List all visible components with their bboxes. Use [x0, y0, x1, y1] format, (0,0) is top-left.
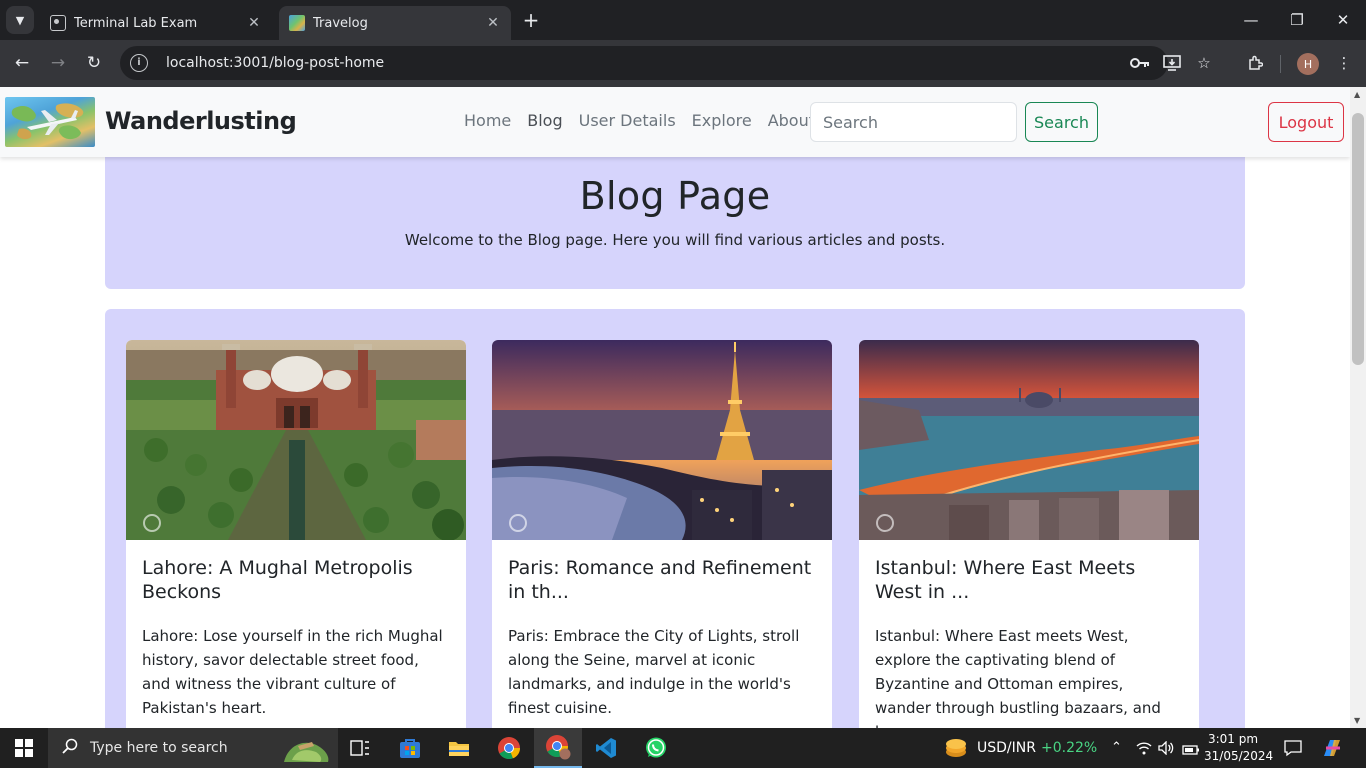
vscode-icon[interactable] — [582, 728, 630, 768]
chrome-profile-icon[interactable] — [534, 728, 582, 768]
star-icon[interactable]: ☆ — [1192, 51, 1216, 75]
close-icon[interactable]: ✕ — [485, 15, 501, 31]
blog-card-istanbul[interactable]: Istanbul: Where East Meets West in ... I… — [859, 340, 1199, 728]
site-logo[interactable] — [5, 97, 95, 147]
page-scrollbar[interactable]: ▲ ▼ — [1350, 87, 1366, 728]
nav-home[interactable]: Home — [464, 111, 511, 130]
blog-card-excerpt: Paris: Embrace the City of Lights, strol… — [508, 627, 800, 717]
blog-card-excerpt: Istanbul: Where East meets West, explore… — [875, 627, 1161, 728]
page-subtitle: Welcome to the Blog page. Here you will … — [404, 231, 946, 249]
taskbar-search-text[interactable]: Type here to search — [90, 740, 228, 756]
restore-icon[interactable]: ❐ — [1274, 0, 1320, 40]
install-icon[interactable] — [1160, 51, 1184, 75]
nav-user-details[interactable]: User Details — [579, 111, 676, 130]
logout-button[interactable]: Logout — [1268, 102, 1344, 142]
back-icon[interactable]: ← — [9, 50, 35, 76]
ticker-coins-icon[interactable] — [944, 736, 968, 764]
wifi-icon[interactable] — [1136, 740, 1152, 759]
minimize-icon[interactable]: — — [1228, 0, 1274, 40]
ticker-label[interactable]: USD/INR — [977, 740, 1036, 756]
scroll-up-icon[interactable]: ▲ — [1354, 90, 1360, 99]
blog-card-title[interactable]: Lahore: A Mughal Metropolis Beckons — [142, 556, 450, 604]
page-title: Blog Page — [579, 174, 771, 218]
menu-icon[interactable]: ⋮ — [1332, 51, 1356, 75]
url-text[interactable]: localhost:3001/blog-post-home — [166, 55, 384, 71]
blog-card-body: Paris: Romance and Refinement in th... P… — [492, 540, 832, 728]
blog-hero: Blog Page Welcome to the Blog page. Here… — [105, 147, 1245, 289]
taskbar-clock[interactable]: 3:01 pm 31/05/2024 — [1204, 731, 1274, 765]
site-search-input[interactable] — [810, 102, 1017, 142]
taskbar-search-box[interactable]: Type here to search — [48, 728, 338, 768]
site-brand[interactable]: Wanderlusting — [105, 107, 297, 135]
profile-avatar[interactable]: H — [1297, 53, 1319, 75]
search-icon — [62, 738, 78, 758]
browser-toolbar: ← → ↻ i localhost:3001/blog-post-home ☆ … — [0, 40, 1366, 87]
blog-card-image[interactable] — [126, 340, 466, 540]
task-view-icon[interactable] — [336, 728, 384, 768]
tab-search-icon[interactable]: ▼ — [6, 6, 34, 34]
toolbar-divider — [1280, 55, 1281, 73]
ticker-change[interactable]: +0.22% — [1041, 740, 1097, 756]
new-tab-icon[interactable]: + — [520, 8, 542, 32]
tab-title: Travelog — [313, 15, 368, 31]
terminal-favicon — [50, 15, 66, 31]
blog-posts-section: Lahore: A Mughal Metropolis Beckons Laho… — [105, 309, 1245, 728]
clock-date: 31/05/2024 — [1204, 749, 1274, 763]
blog-card-excerpt: Lahore: Lose yourself in the rich Mughal… — [142, 627, 443, 717]
forward-icon[interactable]: → — [45, 50, 71, 76]
blog-card-image[interactable] — [859, 340, 1199, 540]
tab-travelog[interactable]: Travelog ✕ — [279, 6, 511, 40]
blog-card-title[interactable]: Istanbul: Where East Meets West in ... — [875, 556, 1183, 604]
blog-card-image[interactable] — [492, 340, 832, 540]
file-explorer-icon[interactable] — [435, 728, 483, 768]
travelog-favicon — [289, 15, 305, 31]
search-highlight-illustration — [284, 742, 329, 762]
scrollbar-thumb[interactable] — [1352, 113, 1364, 365]
main-nav: Home Blog User Details Explore About us — [464, 111, 839, 130]
battery-icon[interactable] — [1182, 741, 1200, 760]
window-close-icon[interactable]: ✕ — [1320, 0, 1366, 40]
page-viewport: Wanderlusting Home Blog User Details Exp… — [0, 87, 1350, 728]
chevron-up-icon[interactable]: ⌃ — [1111, 740, 1122, 755]
whatsapp-icon[interactable] — [632, 728, 680, 768]
site-navbar: Wanderlusting Home Blog User Details Exp… — [0, 87, 1350, 157]
scroll-down-icon[interactable]: ▼ — [1354, 716, 1360, 725]
nav-blog[interactable]: Blog — [527, 111, 562, 130]
browser-tabstrip: ▼ Terminal Lab Exam ✕ Travelog ✕ + — ❐ ✕ — [0, 0, 1366, 40]
close-icon[interactable]: ✕ — [246, 15, 262, 31]
chrome-icon[interactable] — [485, 728, 533, 768]
windows-taskbar: Type here to search USD/INR +0.22% ⌃ 3:0… — [0, 728, 1366, 768]
extensions-icon[interactable] — [1243, 51, 1267, 75]
nav-explore[interactable]: Explore — [692, 111, 752, 130]
store-icon[interactable] — [386, 728, 434, 768]
blog-card-paris[interactable]: Paris: Romance and Refinement in th... P… — [492, 340, 832, 728]
site-search-button[interactable]: Search — [1025, 102, 1098, 142]
volume-icon[interactable] — [1158, 740, 1174, 759]
copilot-icon[interactable] — [1320, 736, 1344, 764]
tab-title: Terminal Lab Exam — [74, 15, 198, 31]
blog-card-body: Lahore: A Mughal Metropolis Beckons Laho… — [126, 540, 466, 728]
notifications-icon[interactable] — [1284, 739, 1302, 761]
reload-icon[interactable]: ↻ — [81, 50, 107, 76]
key-icon[interactable] — [1128, 51, 1152, 75]
clock-time: 3:01 pm — [1207, 732, 1259, 746]
blog-card-body: Istanbul: Where East Meets West in ... I… — [859, 540, 1199, 728]
windows-start-icon[interactable] — [0, 728, 48, 768]
blog-card-title[interactable]: Paris: Romance and Refinement in th... — [508, 556, 816, 604]
site-info-icon[interactable]: i — [130, 54, 148, 72]
address-bar[interactable]: i localhost:3001/blog-post-home — [120, 46, 1168, 80]
blog-card-lahore[interactable]: Lahore: A Mughal Metropolis Beckons Laho… — [126, 340, 466, 728]
tab-terminal-lab-exam[interactable]: Terminal Lab Exam ✕ — [40, 6, 272, 40]
